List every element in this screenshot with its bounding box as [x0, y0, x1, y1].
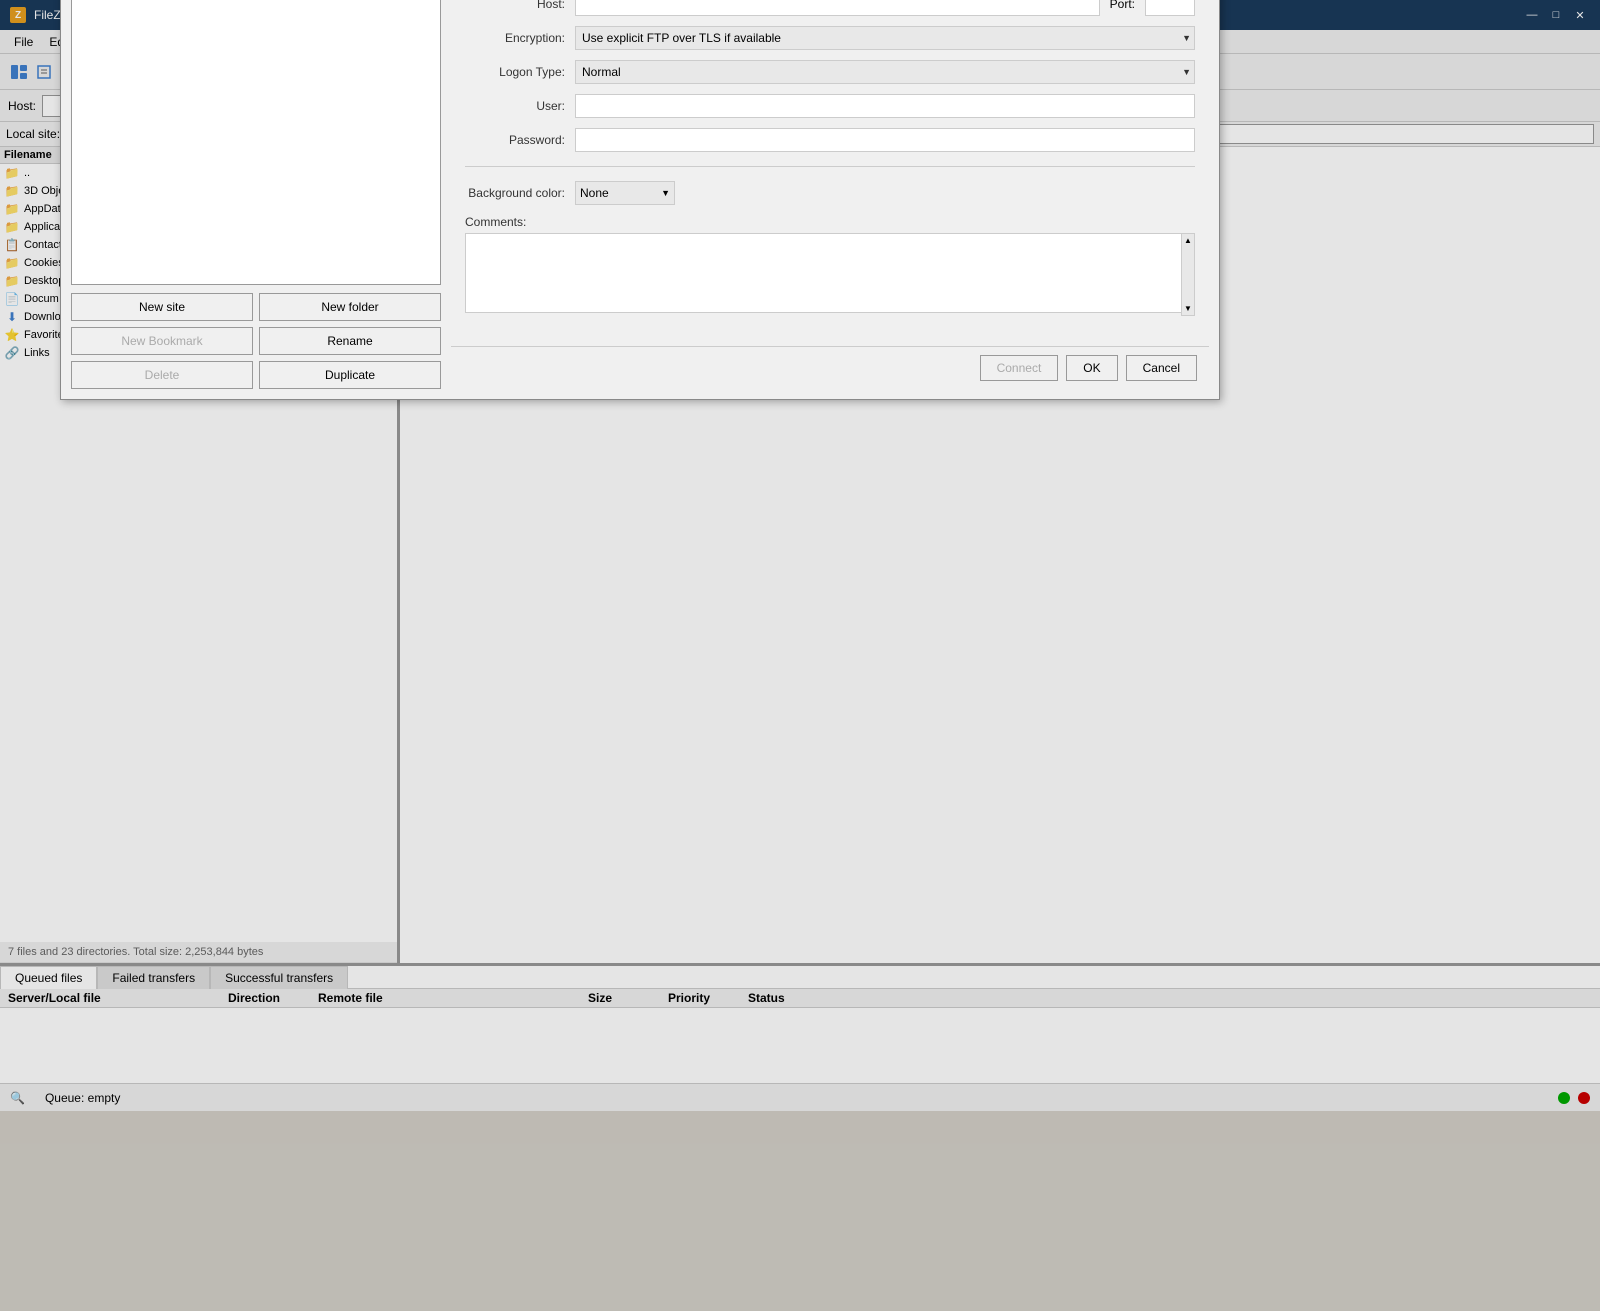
site-host-input[interactable] — [575, 0, 1100, 16]
encryption-arrow: ▼ — [1182, 33, 1191, 43]
site-tree[interactable]: — 📁 My Sites — [71, 0, 441, 285]
encryption-row: Encryption: Use explicit FTP over TLS if… — [465, 26, 1195, 50]
site-tree-section: Select entry: — 📁 My Sites New site New … — [71, 0, 441, 389]
logon-type-value: Normal — [582, 65, 621, 79]
bg-color-value: None — [580, 186, 609, 200]
encryption-select[interactable]: Use explicit FTP over TLS if available ▼ — [575, 26, 1195, 50]
comments-scrollbar[interactable]: ▲ ▼ — [1181, 233, 1195, 316]
comments-section: Comments: ▲ ▼ — [465, 215, 1195, 316]
dialog-footer: Connect OK Cancel — [451, 346, 1209, 389]
site-user-input[interactable] — [575, 94, 1195, 118]
site-port-label: Port: — [1110, 0, 1135, 11]
user-label: User: — [465, 99, 565, 113]
encryption-label: Encryption: — [465, 31, 565, 45]
bg-color-select[interactable]: None ▼ — [575, 181, 675, 205]
modal-overlay: Site Manager ✕ Select entry: — 📁 My Site… — [0, 0, 1600, 1311]
bg-color-label: Background color: — [465, 186, 565, 200]
separator-1 — [465, 166, 1195, 167]
bg-color-select-wrapper: None ▼ — [575, 181, 675, 205]
dialog-body: Select entry: — 📁 My Sites New site New … — [61, 0, 1219, 399]
bg-color-row: Background color: None ▼ — [465, 181, 1195, 205]
encryption-select-wrapper: Use explicit FTP over TLS if available ▼ — [575, 26, 1195, 50]
rename-button[interactable]: Rename — [259, 327, 441, 355]
duplicate-button[interactable]: Duplicate — [259, 361, 441, 389]
connect-button[interactable]: Connect — [980, 355, 1059, 381]
logon-type-select[interactable]: Normal ▼ — [575, 60, 1195, 84]
logon-type-select-wrapper: Normal ▼ — [575, 60, 1195, 84]
site-password-input[interactable] — [575, 128, 1195, 152]
ok-button[interactable]: OK — [1066, 355, 1117, 381]
site-settings-panel: General Advanced Transfer Settings Chars… — [451, 0, 1209, 389]
comments-wrapper: ▲ ▼ — [465, 233, 1195, 316]
comments-label: Comments: — [465, 215, 1195, 229]
user-row: User: — [465, 94, 1195, 118]
cancel-button[interactable]: Cancel — [1126, 355, 1197, 381]
new-site-button[interactable]: New site — [71, 293, 253, 321]
new-bookmark-button[interactable]: New Bookmark — [71, 327, 253, 355]
bg-color-arrow: ▼ — [661, 188, 670, 198]
logon-type-row: Logon Type: Normal ▼ — [465, 60, 1195, 84]
site-password-label: Password: — [465, 133, 565, 147]
delete-button[interactable]: Delete — [71, 361, 253, 389]
logon-type-arrow: ▼ — [1182, 67, 1191, 77]
encryption-value: Use explicit FTP over TLS if available — [582, 31, 781, 45]
comments-textarea[interactable] — [465, 233, 1195, 313]
logon-type-label: Logon Type: — [465, 65, 565, 79]
new-folder-button[interactable]: New folder — [259, 293, 441, 321]
scroll-up: ▲ — [1184, 236, 1192, 245]
host-field-label: Host: — [465, 0, 565, 11]
host-row: Host: Port: — [465, 0, 1195, 16]
password-row: Password: — [465, 128, 1195, 152]
site-port-input[interactable] — [1145, 0, 1195, 16]
scroll-down: ▼ — [1184, 304, 1192, 313]
site-buttons: New site New folder New Bookmark Rename … — [71, 293, 441, 389]
settings-content: Protocol: FTP - File Transfer Protocol ▼… — [451, 0, 1209, 346]
site-manager-dialog: Site Manager ✕ Select entry: — 📁 My Site… — [60, 0, 1220, 400]
